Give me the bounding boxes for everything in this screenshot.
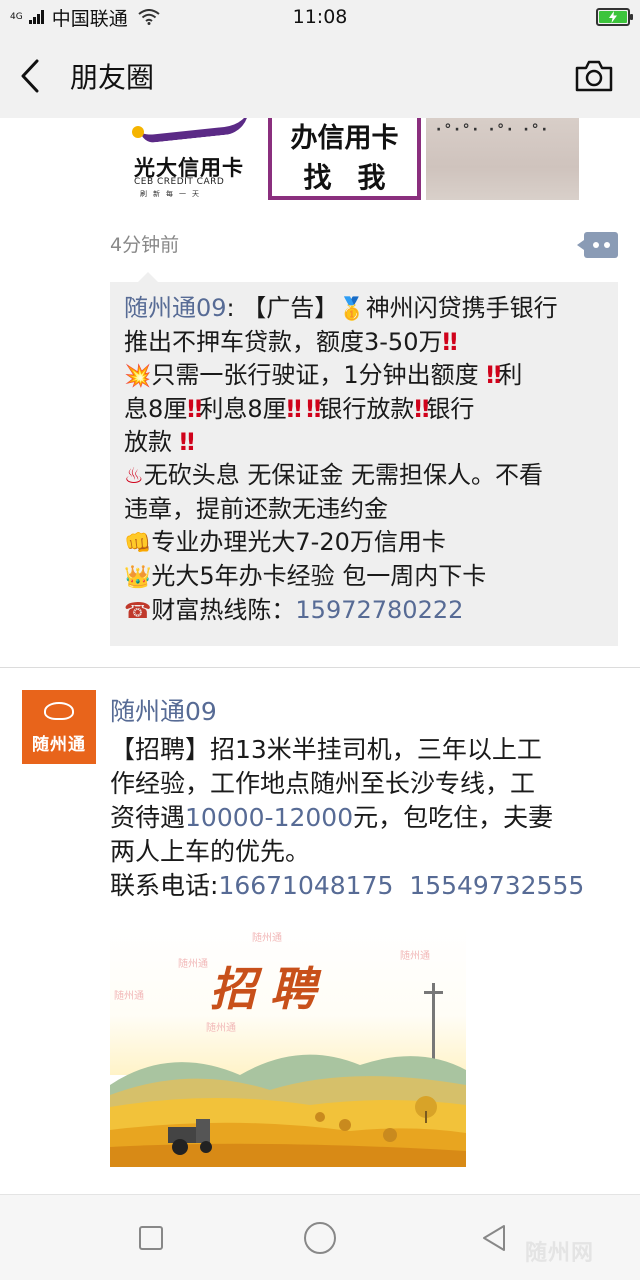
collision-icon: 💥 <box>124 364 152 389</box>
camera-icon[interactable] <box>574 58 614 94</box>
network-type: 4G <box>10 11 23 22</box>
crown-icon: 👑 <box>124 565 152 590</box>
home-button[interactable] <box>304 1222 336 1254</box>
farm-landscape <box>110 1054 466 1167</box>
phone-link[interactable]: 15972780222 <box>295 596 463 624</box>
comment-line: 放款 ‼ <box>124 428 195 456</box>
signal-icon <box>28 10 44 24</box>
recruitment-title: 招聘 <box>210 962 330 1016</box>
phone-link[interactable]: 16671048175 <box>218 871 393 900</box>
apply-card-line2: 找我 <box>303 161 412 194</box>
fist-icon: 👊 <box>124 531 152 556</box>
double-exclamation-icon: ‼ <box>187 395 202 423</box>
double-exclamation-icon: ‼ <box>286 395 302 423</box>
chevron-left-icon <box>21 59 39 93</box>
carrier-name: 中国联通 <box>51 7 128 30</box>
back-triangle-icon[interactable] <box>480 1223 508 1253</box>
battery-level <box>599 11 627 23</box>
comment-box: 随州通09: 【广告】🥇神州闪贷携手银行 推出不押车贷款，额度3-50万‼ 💥只… <box>110 272 618 646</box>
nav-bar: 朋友圈 <box>0 34 640 118</box>
status-bar: 4G 中国联通 11:08 <box>0 0 640 34</box>
photo-texture: ·°·°· ·°· ·°· <box>436 122 550 138</box>
double-exclamation-icon: ‼ <box>306 395 321 423</box>
image-watermark: 随州通 <box>178 959 208 970</box>
battery-icon <box>596 8 633 26</box>
status-right <box>596 8 633 26</box>
apply-card-line1: 办信用卡 <box>290 123 399 154</box>
comment-line: ♨无砍头息 无保证金 无需担保人。不看 <box>124 461 543 489</box>
comment-line: ☎财富热线陈：15972780222 <box>124 596 464 624</box>
image-watermark: 随州通 <box>400 951 430 962</box>
ceb-logo-dot <box>132 126 144 138</box>
image-watermark: 随州通 <box>252 933 282 944</box>
post-line: 【招聘】招13米半挂司机，三年以上工 <box>110 735 542 764</box>
image-watermark: 随州通 <box>206 1023 236 1034</box>
recruitment-image[interactable]: 随州通 随州通 随州通 随州通 随州通 招聘 <box>110 925 466 1167</box>
comment-line: 推出不押车贷款，额度3-50万‼ <box>124 328 458 356</box>
moments-feed[interactable]: 光大信用卡 CEB CREDIT CARD 刷新每一天 办信用卡 找我 ·°·°… <box>0 118 640 1194</box>
comment-author[interactable]: 随州通09 <box>124 294 227 322</box>
site-watermark: 随州网 <box>525 1241 595 1266</box>
telephone-icon: ☎ <box>124 599 152 624</box>
comment-line: 💥只需一张行驶证，1分钟出额度 ‼利 <box>124 361 523 389</box>
ceb-brand-english: CEB CREDIT CARD <box>134 177 225 187</box>
post-line: 两人上车的优先。 <box>110 837 311 866</box>
double-exclamation-icon: ‼ <box>179 428 195 456</box>
comment-line: 息8厘‼利息8厘‼ ‼银行放款‼银行 <box>124 395 475 423</box>
post-line: 资待遇10000-12000元，包吃住，夫妻 <box>110 803 554 832</box>
page-title: 朋友圈 <box>70 61 155 94</box>
comment-line: 违章，提前还款无违约金 <box>124 495 388 523</box>
double-exclamation-icon: ‼ <box>442 328 457 356</box>
hot-springs-icon: ♨ <box>124 464 144 489</box>
post-divider <box>0 667 640 668</box>
comment-line: 随州通09: 【广告】🥇神州闪贷携手银行 <box>124 294 558 322</box>
image-watermark: 随州通 <box>114 991 144 1002</box>
more-options-button[interactable] <box>577 232 618 258</box>
system-nav-bar: 随州网 <box>0 1194 640 1280</box>
ceb-slogan: 刷新每一天 <box>140 190 205 198</box>
avatar[interactable]: 随州通 <box>22 690 96 764</box>
phone-link[interactable]: 15549732555 <box>409 871 584 900</box>
post-author[interactable]: 随州通09 <box>110 692 217 728</box>
avatar-text: 随州通 <box>32 735 86 755</box>
wifi-icon <box>138 9 160 25</box>
post-line: 联系电话:16671048175 15549732555 <box>110 871 585 900</box>
avatar-logo-icon <box>44 702 74 720</box>
comment-line: 👊专业办理光大7-20万信用卡 <box>124 528 446 556</box>
back-button[interactable] <box>0 34 60 118</box>
recent-apps-button[interactable] <box>139 1226 163 1250</box>
apply-card-image[interactable]: 办信用卡 找我 <box>268 118 421 200</box>
charging-bolt-icon <box>609 11 617 23</box>
comment-line: 👑光大5年办卡经验 包一周内下卡 <box>124 562 487 590</box>
post-time: 4分钟前 <box>110 234 180 256</box>
photo-image[interactable]: ·°·°· ·°· ·°· <box>426 118 579 200</box>
post-line: 作经验，工作地点随州至长沙专线，工 <box>110 769 536 798</box>
status-left: 4G 中国联通 <box>10 4 160 31</box>
double-exclamation-icon: ‼ <box>414 395 429 423</box>
post-text: 【招聘】招13米半挂司机，三年以上工 作经验，工作地点随州至长沙专线，工 资待遇… <box>110 733 610 903</box>
ceb-logo-swoosh <box>138 118 252 144</box>
medal-icon: 🥇 <box>338 297 366 322</box>
salary-link[interactable]: 10000-12000 <box>185 803 353 832</box>
double-exclamation-icon: ‼ <box>486 361 501 389</box>
previous-post-images: 光大信用卡 CEB CREDIT CARD 刷新每一天 办信用卡 找我 ·°·°… <box>110 118 579 200</box>
ceb-credit-card-image[interactable]: 光大信用卡 CEB CREDIT CARD 刷新每一天 <box>110 118 263 200</box>
